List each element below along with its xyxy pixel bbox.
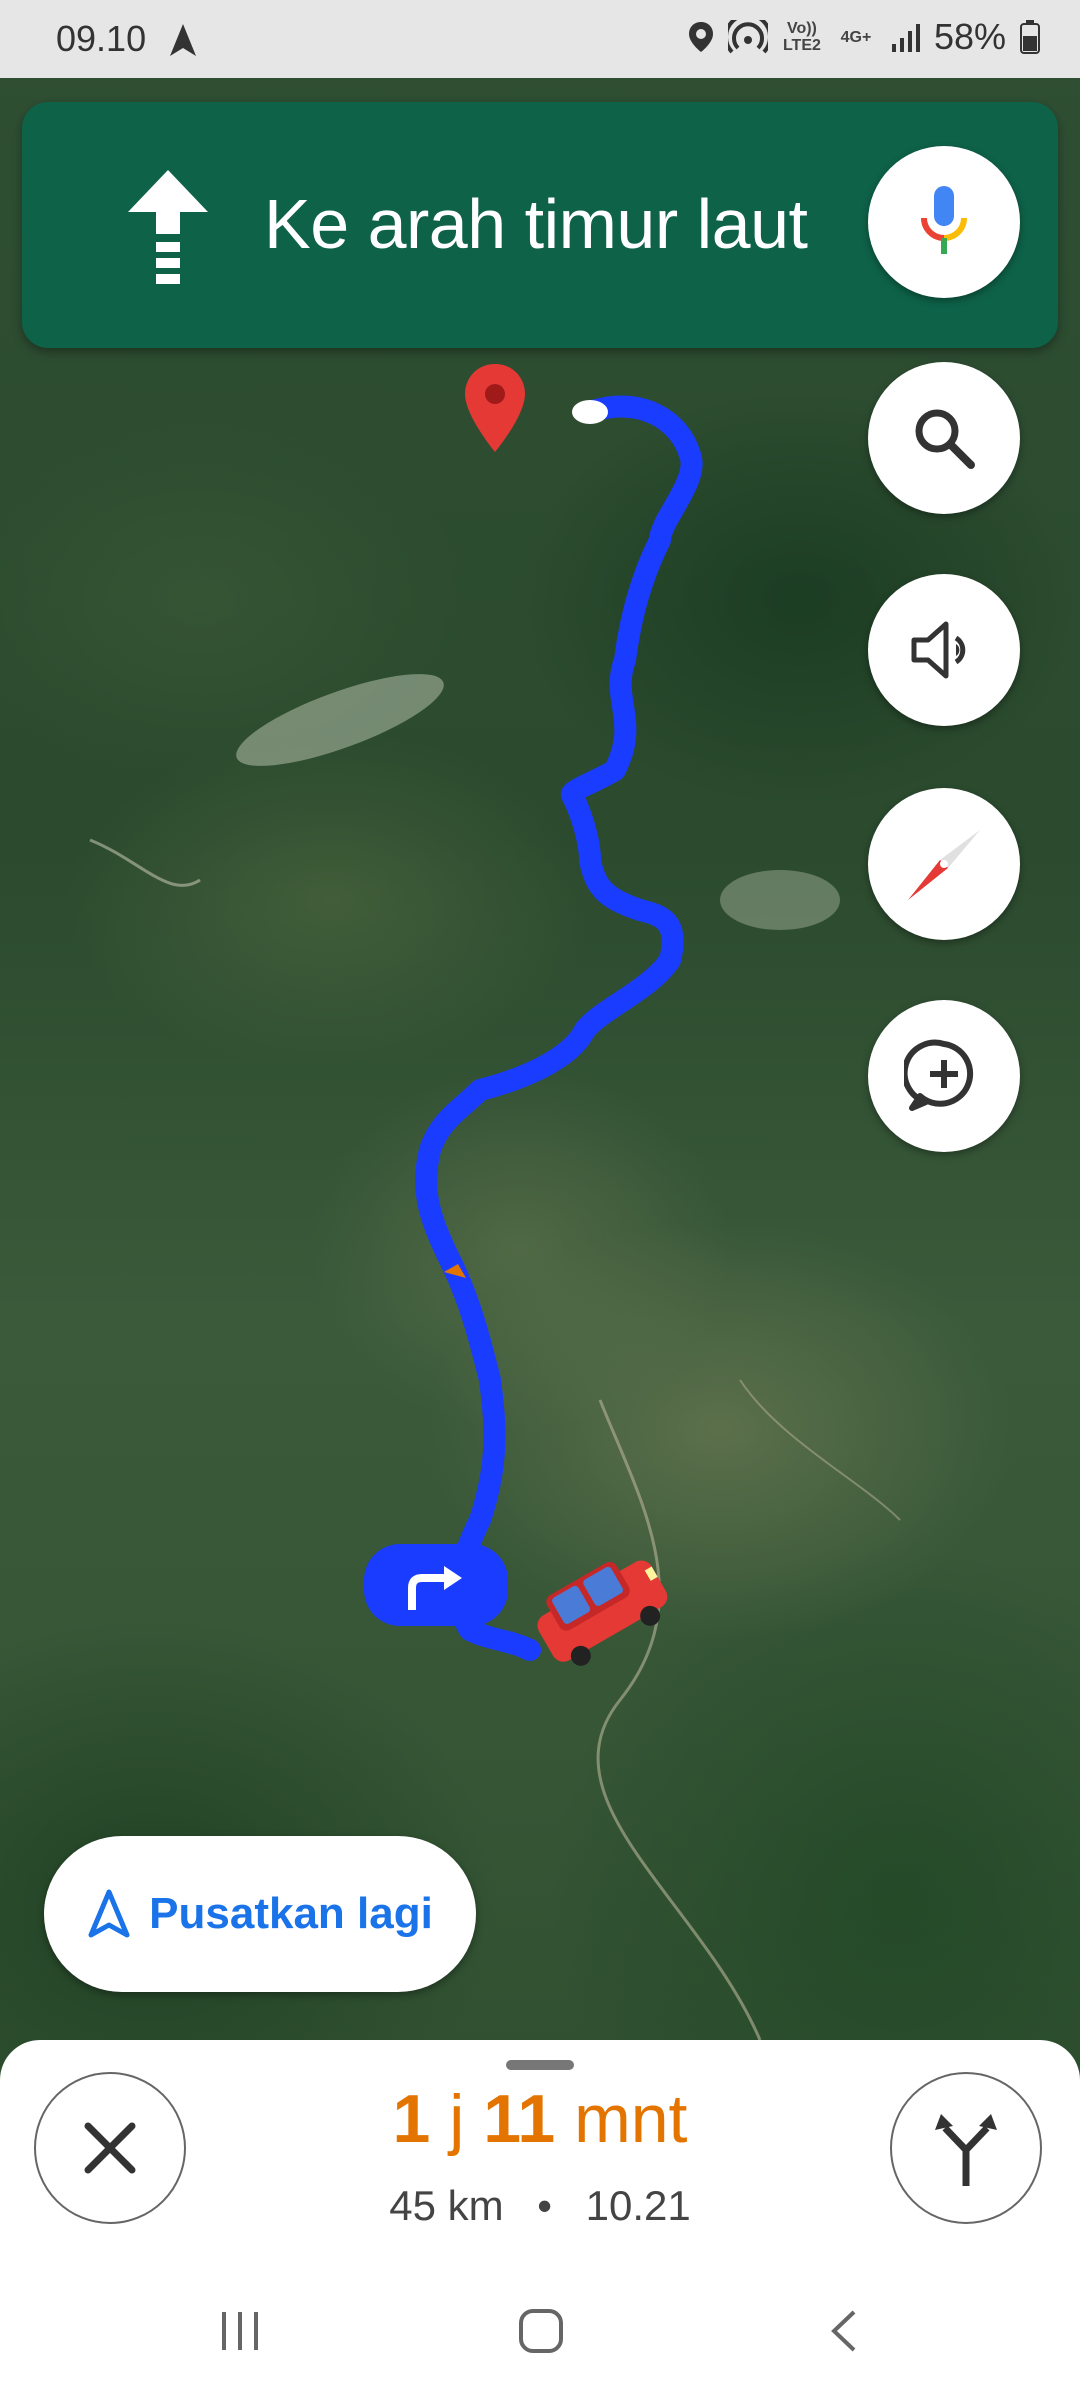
sheet-drag-handle[interactable] [506,2060,574,2070]
red-car-icon [537,1560,668,1666]
recenter-label: Pusatkan lagi [149,1889,433,1938]
navigation-arrow-icon [88,1889,130,1938]
turn-marker [364,1544,508,1626]
home-icon[interactable] [518,2308,564,2354]
compass-icon [908,830,980,900]
eta-distance: 45 km [389,2182,504,2229]
system-navigation-bar [0,2260,1080,2400]
volte-indicator: Vo)) LTE2 [782,20,821,54]
search-along-route-button[interactable] [868,362,1020,514]
straight-arrow-icon [128,170,208,284]
alternate-routes-button[interactable] [890,2072,1042,2224]
add-report-button[interactable] [868,1000,1020,1152]
eta-hours-unit: j [449,2081,465,2157]
location-icon [688,22,713,52]
eta-minutes-unit: mnt [574,2081,688,2157]
destination-pin-icon[interactable] [462,362,528,454]
add-report-icon [904,1039,974,1111]
battery-percent: 58% [933,16,1006,57]
mic-icon [921,186,967,254]
alt-route-icon [935,2114,997,2186]
sound-button[interactable] [868,574,1020,726]
eta-separator: • [537,2182,552,2229]
compass-button[interactable] [868,788,1020,940]
eta-minutes: 11 [483,2081,556,2157]
turn-right-icon [408,1566,462,1610]
eta-hours: 1 [392,2081,431,2157]
status-time: 09.10 [56,18,147,59]
recents-icon[interactable] [216,2308,266,2354]
hotspot-icon [727,20,768,54]
route-line [415,395,703,1661]
direction-text: Ke arah timur laut [264,185,808,263]
network-indicator: 4G+ [840,28,872,46]
route-start-dot [572,400,608,424]
recenter-button[interactable]: Pusatkan lagi [44,1836,476,1992]
battery-icon [1020,20,1040,54]
voice-search-button[interactable] [868,146,1020,298]
back-icon[interactable] [826,2308,860,2354]
navigation-status-icon [170,24,196,56]
signal-icon [891,24,920,52]
eta-arrival-time: 10.21 [585,2182,691,2229]
search-icon [915,409,975,469]
status-bar: 09.10 Vo)) LTE2 4G+ 58% [0,0,1080,78]
sound-icon [911,621,966,679]
